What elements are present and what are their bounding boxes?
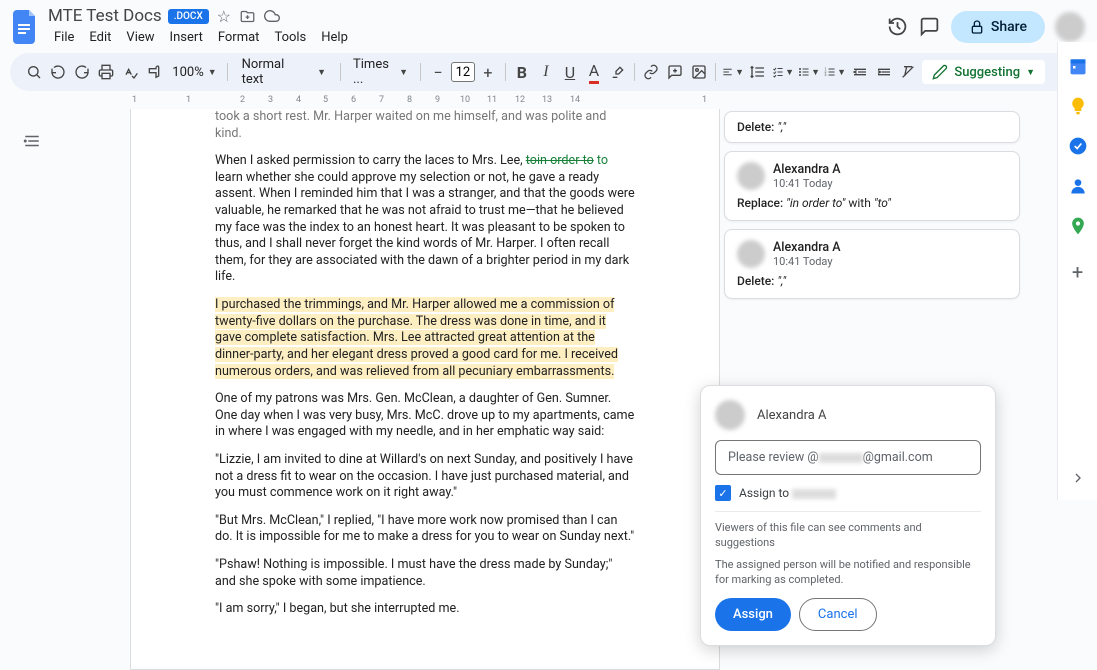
menu-edit[interactable]: Edit bbox=[83, 28, 117, 47]
note-assigned: The assigned person will be notified and… bbox=[715, 557, 981, 588]
share-label: Share bbox=[991, 19, 1027, 35]
spellcheck-icon[interactable] bbox=[120, 61, 140, 83]
indent-decrease-icon[interactable] bbox=[850, 61, 870, 83]
p1: When I asked permission to carry the lac… bbox=[215, 153, 635, 286]
p0: took a short rest. Mr. Harper waited on … bbox=[215, 109, 635, 142]
menu-bar: File Edit View Insert Format Tools Help bbox=[48, 28, 879, 47]
menu-view[interactable]: View bbox=[120, 28, 160, 47]
p2: I purchased the trimmings, and Mr. Harpe… bbox=[215, 297, 635, 380]
document-page[interactable]: took a short rest. Mr. Harper waited on … bbox=[130, 109, 720, 670]
history-icon[interactable] bbox=[887, 16, 909, 38]
outline-icon[interactable] bbox=[18, 127, 46, 155]
menu-file[interactable]: File bbox=[48, 28, 80, 47]
print-icon[interactable] bbox=[96, 61, 116, 83]
mode-dropdown[interactable]: Suggesting ▼ bbox=[922, 60, 1045, 84]
cancel-button[interactable]: Cancel bbox=[799, 598, 877, 631]
comment-card-0[interactable]: Delete: "," bbox=[724, 111, 1020, 143]
comment-time: 10:41 Today bbox=[773, 177, 841, 190]
font-dropdown[interactable]: Times ...▼ bbox=[347, 54, 414, 90]
popup-avatar bbox=[715, 400, 745, 430]
docx-badge: .DOCX bbox=[168, 9, 209, 24]
p3: One of my patrons was Mrs. Gen. McClean,… bbox=[215, 391, 635, 441]
star-icon[interactable]: ☆ bbox=[215, 7, 233, 25]
calendar-icon[interactable] bbox=[1068, 56, 1088, 76]
redo-icon[interactable] bbox=[72, 61, 92, 83]
font-decrease-icon[interactable]: − bbox=[427, 61, 449, 83]
comments-icon[interactable] bbox=[919, 16, 941, 38]
assign-popup: Alexandra A Please review @@gmail.com ✓ … bbox=[700, 385, 996, 646]
menu-insert[interactable]: Insert bbox=[164, 28, 209, 47]
commenter-avatar bbox=[737, 240, 765, 268]
side-panel: + bbox=[1057, 42, 1097, 500]
menu-format[interactable]: Format bbox=[212, 28, 266, 47]
image-icon[interactable] bbox=[689, 61, 709, 83]
doc-title[interactable]: MTE Test Docs bbox=[48, 6, 162, 26]
assign-button[interactable]: Assign bbox=[715, 598, 791, 631]
indent-increase-icon[interactable] bbox=[874, 61, 894, 83]
move-icon[interactable] bbox=[239, 7, 257, 25]
menu-help[interactable]: Help bbox=[315, 28, 354, 47]
undo-icon[interactable] bbox=[48, 61, 68, 83]
zoom-dropdown[interactable]: 100%▼ bbox=[168, 65, 220, 80]
paint-format-icon[interactable] bbox=[144, 61, 164, 83]
popup-name: Alexandra A bbox=[757, 408, 827, 423]
keep-icon[interactable] bbox=[1068, 96, 1088, 116]
share-button[interactable]: Share bbox=[951, 11, 1045, 43]
expand-panel-icon[interactable] bbox=[1070, 470, 1086, 490]
p5: "But Mrs. McClean," I replied, "I have m… bbox=[215, 513, 635, 546]
commenter-name: Alexandra A bbox=[773, 240, 841, 255]
maps-icon[interactable] bbox=[1068, 216, 1088, 236]
highlight-icon[interactable] bbox=[608, 61, 628, 83]
p7: "I am sorry," I began, but she interrupt… bbox=[215, 601, 635, 618]
underline-icon[interactable]: U bbox=[560, 61, 580, 83]
link-icon[interactable] bbox=[641, 61, 661, 83]
comment-input[interactable]: Please review @@gmail.com bbox=[715, 440, 981, 475]
style-dropdown[interactable]: Normal text▼ bbox=[234, 54, 335, 90]
contacts-icon[interactable] bbox=[1068, 176, 1088, 196]
search-icon[interactable] bbox=[24, 61, 44, 83]
text-color-icon[interactable]: A bbox=[584, 61, 604, 83]
commenter-avatar bbox=[737, 162, 765, 190]
user-avatar[interactable] bbox=[1055, 12, 1085, 42]
font-size-input[interactable] bbox=[451, 62, 475, 82]
assign-label: Assign to bbox=[739, 486, 836, 500]
p6: "Pshaw! Nothing is impossible. I must ha… bbox=[215, 557, 635, 590]
comment-time: 10:41 Today bbox=[773, 255, 841, 268]
add-comment-icon[interactable] bbox=[665, 61, 685, 83]
bold-icon[interactable]: B bbox=[512, 61, 532, 83]
header: MTE Test Docs .DOCX ☆ File Edit View Ins… bbox=[0, 0, 1097, 53]
p4: "Lizzie, I am invited to dine at Willard… bbox=[215, 452, 635, 502]
commenter-name: Alexandra A bbox=[773, 162, 841, 177]
add-addon-icon[interactable]: + bbox=[1066, 260, 1090, 284]
align-icon[interactable]: ▼ bbox=[722, 61, 744, 83]
italic-icon[interactable]: I bbox=[536, 61, 556, 83]
comments-column: Delete: "," Alexandra A 10:41 Today Repl… bbox=[724, 111, 1020, 307]
toolbar: 100%▼ Normal text▼ Times ...▼ − + B I U … bbox=[10, 53, 1087, 91]
assign-checkbox[interactable]: ✓ bbox=[715, 485, 731, 501]
docs-logo-icon[interactable] bbox=[12, 9, 40, 45]
font-increase-icon[interactable]: + bbox=[477, 61, 499, 83]
comment-card-2[interactable]: Alexandra A 10:41 Today Delete: "," bbox=[724, 229, 1020, 299]
clear-format-icon[interactable] bbox=[898, 61, 918, 83]
note-viewers: Viewers of this file can see comments an… bbox=[715, 520, 981, 551]
numbered-list-icon[interactable]: 123▼ bbox=[824, 61, 846, 83]
checklist-icon[interactable]: ▼ bbox=[772, 61, 794, 83]
cloud-icon[interactable] bbox=[263, 7, 281, 25]
svg-text:3: 3 bbox=[825, 73, 827, 77]
comment-card-1[interactable]: Alexandra A 10:41 Today Replace: "in ord… bbox=[724, 151, 1020, 221]
menu-tools[interactable]: Tools bbox=[268, 28, 312, 47]
tasks-icon[interactable] bbox=[1068, 136, 1088, 156]
line-spacing-icon[interactable] bbox=[748, 61, 768, 83]
bullet-list-icon[interactable]: ▼ bbox=[798, 61, 820, 83]
ruler[interactable]: 1 1 2 3 4 5 6 7 8 9 10 11 12 13 14 1 bbox=[130, 95, 720, 109]
